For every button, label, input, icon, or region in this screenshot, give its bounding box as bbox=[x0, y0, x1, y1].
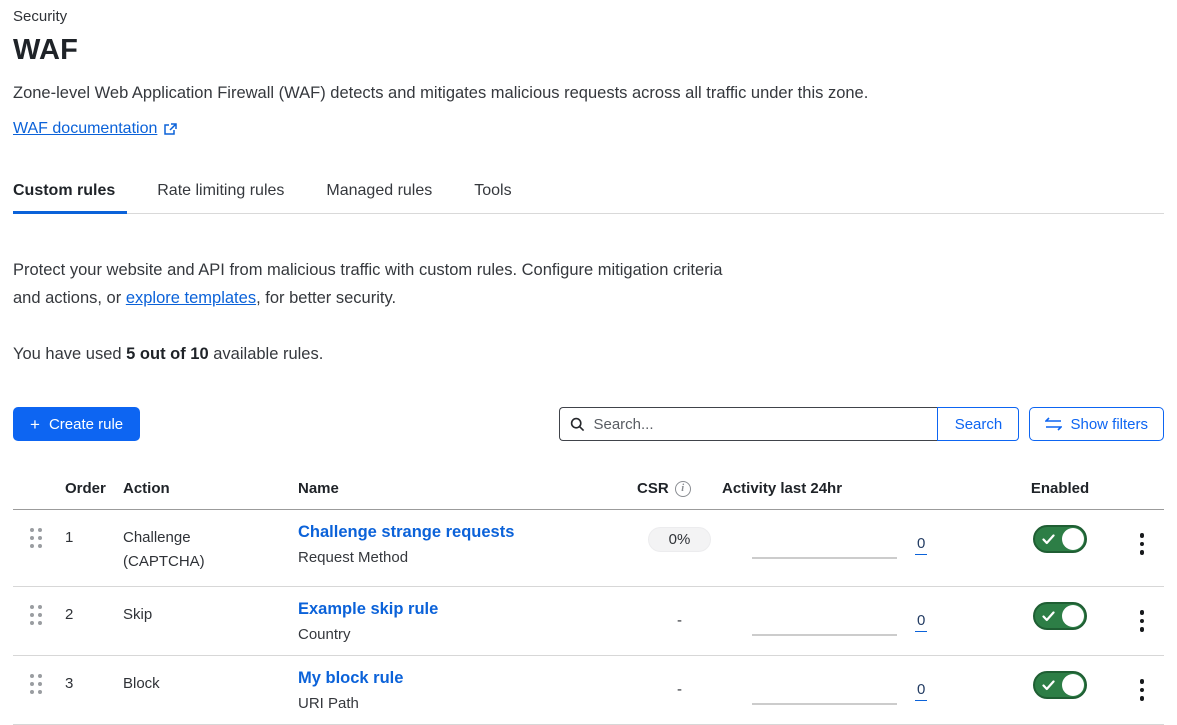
row-menu-button[interactable] bbox=[1136, 600, 1149, 636]
rule-name-link[interactable]: My block rule bbox=[298, 669, 403, 687]
search-button[interactable]: Search bbox=[937, 407, 1019, 441]
tab-rate-limiting-rules[interactable]: Rate limiting rules bbox=[157, 172, 286, 213]
rule-name-cell: My block rule URI Path bbox=[298, 669, 637, 712]
table-row: 2 Skip Example skip rule Country - 0 bbox=[13, 587, 1164, 656]
header-name: Name bbox=[298, 472, 637, 509]
tab-tools[interactable]: Tools bbox=[474, 172, 513, 213]
toggle-knob bbox=[1062, 605, 1084, 627]
page-title: WAF bbox=[13, 34, 1164, 67]
tab-custom-rules[interactable]: Custom rules bbox=[13, 172, 117, 213]
tab-managed-rules[interactable]: Managed rules bbox=[326, 172, 434, 213]
enabled-cell bbox=[1033, 669, 1087, 699]
search-group: Search Show filters bbox=[559, 407, 1164, 441]
activity-sparkline bbox=[752, 675, 897, 705]
intro-after: , for better security. bbox=[256, 289, 396, 307]
show-filters-button[interactable]: Show filters bbox=[1029, 407, 1164, 441]
csr-cell: 0% bbox=[637, 523, 722, 552]
csr-value: - bbox=[677, 673, 682, 698]
explore-templates-link[interactable]: explore templates bbox=[126, 289, 256, 307]
toggle-knob bbox=[1062, 528, 1084, 550]
check-icon bbox=[1042, 609, 1055, 627]
activity-cell: 0 bbox=[722, 523, 940, 559]
waf-page: Security WAF Zone-level Web Application … bbox=[0, 0, 1177, 725]
header-csr: CSR i bbox=[637, 472, 722, 509]
row-menu-button[interactable] bbox=[1136, 669, 1149, 705]
drag-handle-icon[interactable] bbox=[13, 523, 42, 548]
usage-count: 5 out of 10 bbox=[126, 345, 209, 363]
header-action: Action bbox=[123, 472, 298, 509]
check-icon bbox=[1042, 532, 1055, 550]
kebab-menu-icon bbox=[1136, 529, 1149, 559]
waf-documentation-link[interactable]: WAF documentation bbox=[13, 120, 157, 138]
rule-order: 1 bbox=[65, 523, 123, 550]
rule-order: 2 bbox=[65, 600, 123, 627]
rule-name-cell: Example skip rule Country bbox=[298, 600, 637, 643]
rule-action: Block bbox=[123, 669, 298, 696]
activity-sparkline bbox=[752, 529, 897, 559]
rule-action-line1: Challenge bbox=[123, 526, 298, 550]
show-filters-label: Show filters bbox=[1070, 416, 1148, 433]
csr-badge: 0% bbox=[648, 527, 712, 552]
header-order: Order bbox=[65, 472, 123, 509]
search-input[interactable] bbox=[593, 416, 927, 433]
waf-tabs: Custom rules Rate limiting rules Managed… bbox=[13, 172, 1164, 214]
activity-cell: 0 bbox=[722, 600, 940, 636]
usage-suffix: available rules. bbox=[209, 345, 324, 363]
csr-value: - bbox=[677, 604, 682, 629]
rules-table: Order Action Name CSR i Activity last 24… bbox=[13, 472, 1164, 725]
rule-action-line1: Block bbox=[123, 672, 298, 696]
csr-cell: - bbox=[637, 600, 722, 629]
rule-order: 3 bbox=[65, 669, 123, 696]
page-description: Zone-level Web Application Firewall (WAF… bbox=[13, 84, 1164, 103]
activity-count-link[interactable]: 0 bbox=[915, 612, 927, 632]
toggle-knob bbox=[1062, 674, 1084, 696]
create-rule-label: Create rule bbox=[49, 416, 123, 433]
enabled-toggle[interactable] bbox=[1033, 671, 1087, 699]
table-header: Order Action Name CSR i Activity last 24… bbox=[13, 472, 1164, 510]
enabled-cell bbox=[1033, 600, 1087, 630]
usage-prefix: You have used bbox=[13, 345, 126, 363]
drag-handle-icon[interactable] bbox=[13, 600, 42, 625]
table-row: 3 Block My block rule URI Path - 0 bbox=[13, 656, 1164, 725]
header-activity: Activity last 24hr bbox=[722, 472, 940, 509]
header-enabled: Enabled bbox=[1031, 472, 1089, 509]
kebab-menu-icon bbox=[1136, 606, 1149, 636]
rule-field: URI Path bbox=[298, 695, 637, 712]
rule-name-link[interactable]: Example skip rule bbox=[298, 600, 438, 618]
activity-count-link[interactable]: 0 bbox=[915, 535, 927, 555]
check-icon bbox=[1042, 678, 1055, 696]
search-icon bbox=[570, 417, 585, 432]
enabled-toggle[interactable] bbox=[1033, 602, 1087, 630]
rule-name-link[interactable]: Challenge strange requests bbox=[298, 523, 514, 541]
activity-cell: 0 bbox=[722, 669, 940, 705]
filter-arrows-icon bbox=[1045, 417, 1062, 431]
info-icon[interactable]: i bbox=[675, 481, 691, 497]
row-menu-button[interactable] bbox=[1136, 523, 1149, 559]
rule-action: Challenge (CAPTCHA) bbox=[123, 523, 298, 574]
rules-toolbar: + Create rule Search bbox=[13, 407, 1164, 441]
rule-field: Country bbox=[298, 626, 637, 643]
activity-count-link[interactable]: 0 bbox=[915, 681, 927, 701]
rule-action-line2: (CAPTCHA) bbox=[123, 550, 298, 574]
breadcrumb-security: Security bbox=[13, 8, 1164, 25]
create-rule-button[interactable]: + Create rule bbox=[13, 407, 140, 441]
enabled-toggle[interactable] bbox=[1033, 525, 1087, 553]
rule-action: Skip bbox=[123, 600, 298, 627]
kebab-menu-icon bbox=[1136, 675, 1149, 705]
plus-icon: + bbox=[30, 416, 40, 433]
header-csr-label: CSR bbox=[637, 480, 669, 497]
csr-cell: - bbox=[637, 669, 722, 698]
usage-text: You have used 5 out of 10 available rule… bbox=[13, 345, 1164, 364]
intro-text: Protect your website and API from malici… bbox=[13, 256, 753, 312]
enabled-cell bbox=[1033, 523, 1087, 553]
external-link-icon bbox=[163, 122, 177, 136]
rule-field: Request Method bbox=[298, 549, 637, 566]
rule-name-cell: Challenge strange requests Request Metho… bbox=[298, 523, 637, 566]
rule-action-line1: Skip bbox=[123, 603, 298, 627]
search-box bbox=[559, 407, 937, 441]
table-row: 1 Challenge (CAPTCHA) Challenge strange … bbox=[13, 510, 1164, 587]
drag-handle-icon[interactable] bbox=[13, 669, 42, 694]
activity-sparkline bbox=[752, 606, 897, 636]
